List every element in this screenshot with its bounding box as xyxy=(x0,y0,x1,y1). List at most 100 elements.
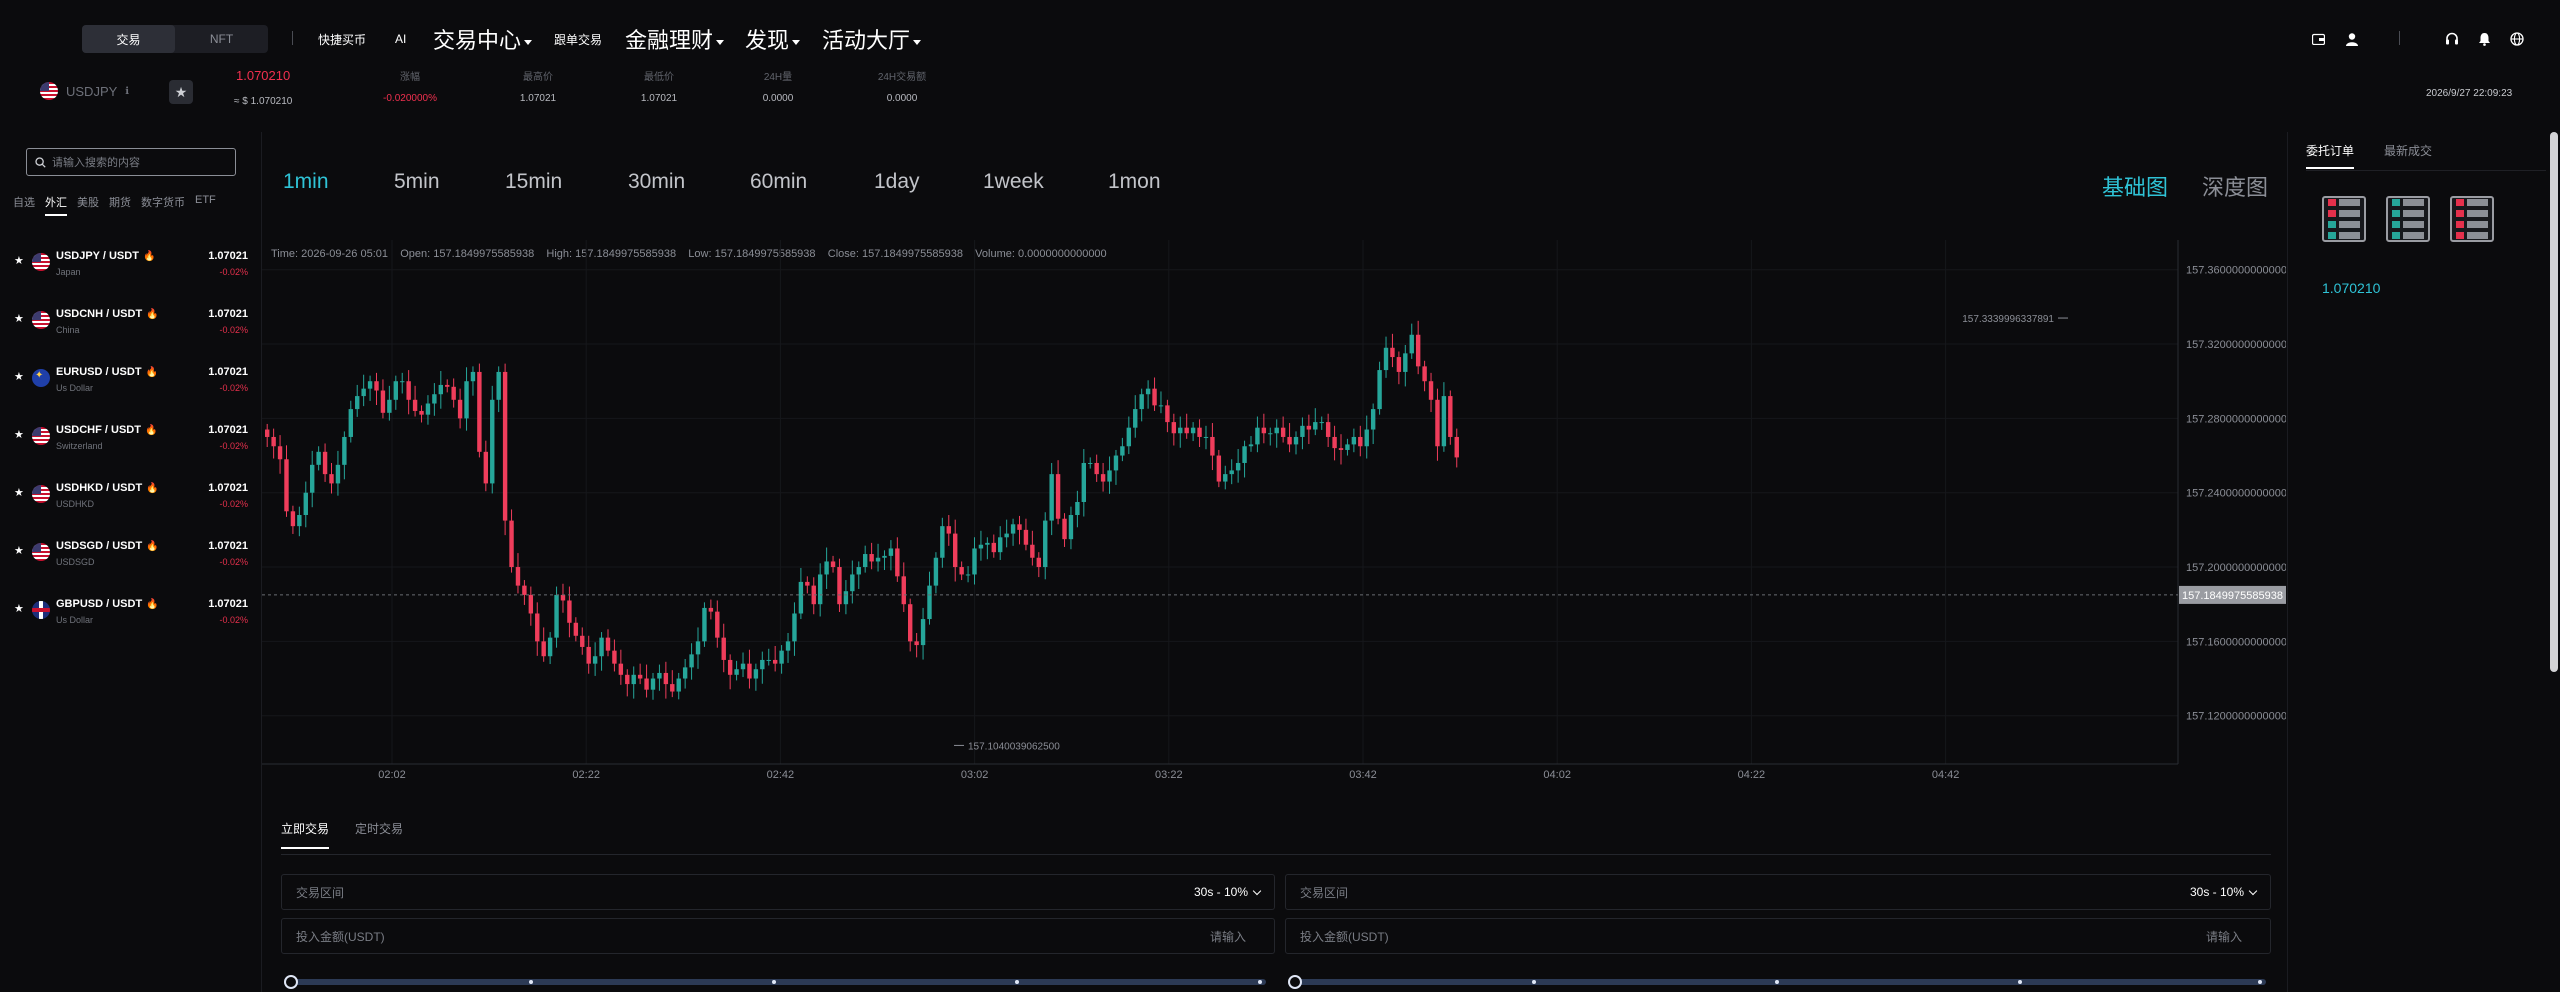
nav-discover-menu[interactable]: 发现 xyxy=(745,0,801,78)
globe-icon[interactable] xyxy=(2509,31,2525,47)
candle-body xyxy=(837,567,842,605)
candle xyxy=(1274,419,1279,448)
tab-instant-trade[interactable]: 立即交易 xyxy=(281,820,330,849)
stat-volume-label: 24H量 xyxy=(763,72,793,83)
mode-trade-tab[interactable]: 交易 xyxy=(82,25,175,53)
slider-step[interactable] xyxy=(529,980,533,984)
amount-field[interactable]: 投入金额(USDT) 请输入 xyxy=(281,918,1275,954)
nav-finance-menu[interactable]: 金融理财 xyxy=(625,0,725,78)
star-icon[interactable]: ★ xyxy=(14,370,24,383)
amount-slider[interactable] xyxy=(1288,975,2266,989)
interval-30min[interactable]: 30min xyxy=(628,170,685,194)
nav-copy-trade-link[interactable]: 跟单交易 xyxy=(554,0,602,78)
slider-step[interactable] xyxy=(772,980,776,984)
amount-field[interactable]: 投入金额(USDT) 请输入 xyxy=(1285,918,2271,954)
candle-body xyxy=(380,390,386,413)
slider-step[interactable] xyxy=(1775,980,1779,984)
star-icon[interactable]: ★ xyxy=(14,602,24,615)
orderbook-buy-view-button[interactable] xyxy=(2386,196,2430,242)
wallet-icon[interactable] xyxy=(2310,31,2326,47)
search-icon xyxy=(35,156,46,168)
interval-1week[interactable]: 1week xyxy=(983,170,1044,194)
candle xyxy=(554,586,559,648)
favorite-star-button[interactable]: ★ xyxy=(169,80,193,104)
headset-icon[interactable] xyxy=(2444,31,2460,47)
pair-row[interactable]: ★ GBPUSD / USDT 🔥 Us Dollar 1.07021 -0.02… xyxy=(0,588,260,646)
pair-row[interactable]: ★ USDSGD / USDT 🔥 USDSGD 1.07021 -0.02% xyxy=(0,530,260,588)
candle-body xyxy=(1165,405,1170,423)
bell-icon[interactable] xyxy=(2476,31,2492,47)
chart-type-depth[interactable]: 深度图 xyxy=(2202,170,2268,202)
candle xyxy=(1293,431,1299,455)
page-scrollbar[interactable] xyxy=(2550,132,2558,672)
current-symbol[interactable]: USDJPY ℹ xyxy=(40,82,129,100)
nav-trade-center-menu[interactable]: 交易中心 xyxy=(433,0,533,78)
interval-5min[interactable]: 5min xyxy=(394,170,440,194)
amount-slider[interactable] xyxy=(284,975,1266,989)
orderbook-both-view-button[interactable] xyxy=(2322,196,2366,242)
candle xyxy=(1332,425,1337,461)
slider-handle[interactable] xyxy=(1288,975,1302,989)
category-tab-favorites[interactable]: 自选 xyxy=(8,194,40,216)
amount-input[interactable]: 请输入 xyxy=(2206,928,2242,945)
slider-step[interactable] xyxy=(2258,980,2262,984)
slider-step[interactable] xyxy=(1532,980,1536,984)
slider-step[interactable] xyxy=(2018,980,2022,984)
interval-1min[interactable]: 1min xyxy=(283,170,329,194)
chart-type-basic[interactable]: 基础图 xyxy=(2102,170,2168,202)
category-tab-forex[interactable]: 外汇 xyxy=(40,194,72,216)
search-box[interactable]: 请输入搜索的内容 xyxy=(26,148,236,176)
candle xyxy=(573,617,579,642)
slider-step[interactable] xyxy=(1258,980,1262,984)
nav-events-menu[interactable]: 活动大厅 xyxy=(822,0,922,78)
candle-body xyxy=(560,594,566,601)
star-icon[interactable]: ★ xyxy=(14,312,24,325)
category-tab-us-stocks[interactable]: 美股 xyxy=(72,194,104,216)
user-icon[interactable] xyxy=(2344,31,2360,47)
star-icon[interactable]: ★ xyxy=(14,254,24,267)
nav-quick-buy-link[interactable]: 快捷买币 xyxy=(318,0,366,78)
star-icon[interactable]: ★ xyxy=(14,428,24,441)
trade-range-select[interactable]: 交易区间 30s - 10% xyxy=(281,874,1275,910)
candle-body xyxy=(1428,381,1434,400)
fire-icon: 🔥 xyxy=(145,367,159,378)
candle-body xyxy=(419,410,424,415)
slider-step[interactable] xyxy=(1015,980,1019,984)
tab-open-orders[interactable]: 委托订单 xyxy=(2306,142,2355,169)
candlestick-chart[interactable]: Time: 2026-09-26 05:01 Open: 157.1849975… xyxy=(262,240,2286,790)
category-tab-crypto[interactable]: 数字货币 xyxy=(136,194,190,216)
pair-row[interactable]: ★ EURUSD / USDT🔥 Us Dollar 1.07021 -0.02… xyxy=(0,356,260,414)
tab-latest-trades[interactable]: 最新成交 xyxy=(2384,142,2432,169)
candle-body xyxy=(387,399,392,413)
candle xyxy=(663,661,669,699)
x-tick-label: 04:02 xyxy=(1543,769,1571,781)
interval-60min[interactable]: 60min xyxy=(750,170,807,194)
candle xyxy=(1004,519,1009,548)
search-input[interactable]: 请输入搜索的内容 xyxy=(52,154,140,170)
candle-body xyxy=(946,526,951,534)
pair-row[interactable]: ★ USDJPY / USDT 🔥 Japan 1.07021 -0.02% xyxy=(0,240,260,298)
candle xyxy=(650,672,656,700)
interval-1day[interactable]: 1day xyxy=(874,170,920,194)
candle-body xyxy=(715,611,720,638)
orderbook-sell-view-button[interactable] xyxy=(2450,196,2494,242)
candle-body xyxy=(1113,455,1119,471)
star-icon[interactable]: ★ xyxy=(14,544,24,557)
amount-input[interactable]: 请输入 xyxy=(1210,928,1246,945)
category-tab-futures[interactable]: 期货 xyxy=(104,194,136,216)
interval-1mon[interactable]: 1mon xyxy=(1108,170,1161,194)
pair-row[interactable]: ★ USDCHF / USDT 🔥 Switzerland 1.07021 -0.… xyxy=(0,414,260,472)
pair-row[interactable]: ★ USDCNH / USDT 🔥 China 1.07021 -0.02% xyxy=(0,298,260,356)
slider-handle[interactable] xyxy=(284,975,298,989)
candle-body xyxy=(464,381,469,419)
trade-range-select[interactable]: 交易区间 30s - 10% xyxy=(1285,874,2271,910)
category-tab-etf[interactable]: ETF xyxy=(190,194,221,216)
mode-nft-tab[interactable]: NFT xyxy=(175,25,268,53)
candle-body xyxy=(792,613,797,642)
candle xyxy=(1255,416,1260,453)
tab-scheduled-trade[interactable]: 定时交易 xyxy=(355,820,403,849)
pair-row[interactable]: ★ USDHKD / USDT 🔥 USDHKD 1.07021 -0.02% xyxy=(0,472,260,530)
nav-ai-link[interactable]: AI xyxy=(395,0,406,78)
star-icon[interactable]: ★ xyxy=(14,486,24,499)
interval-15min[interactable]: 15min xyxy=(505,170,562,194)
